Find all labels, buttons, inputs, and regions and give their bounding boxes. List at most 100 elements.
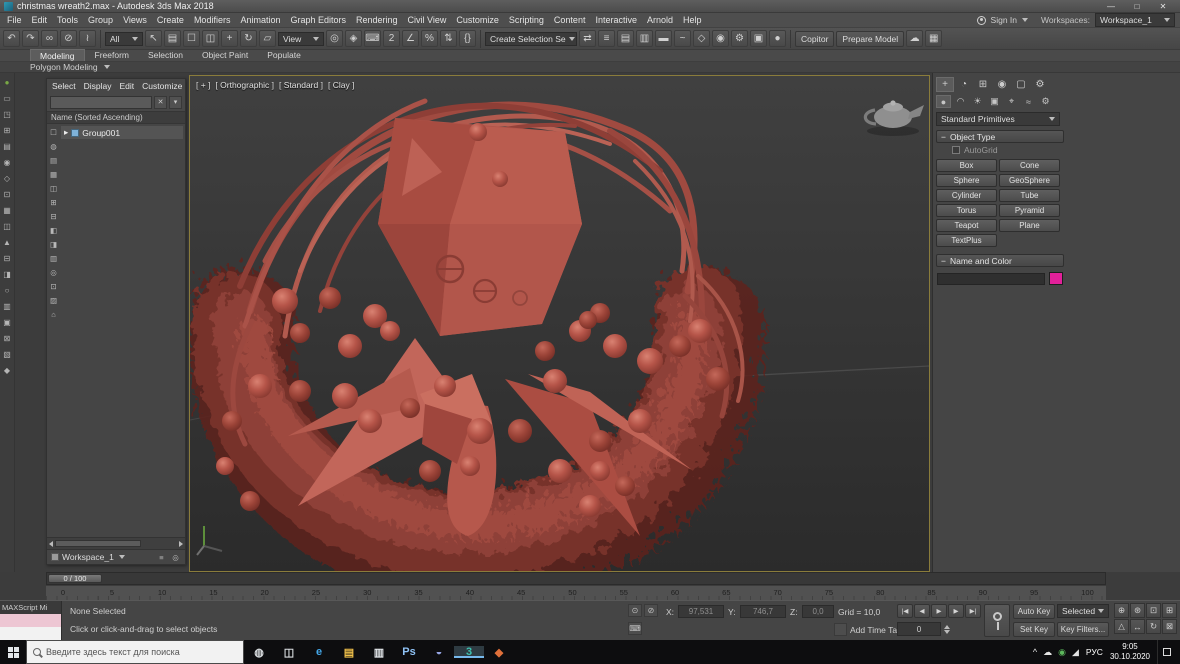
prepare-model-button[interactable]: Prepare Model — [836, 31, 904, 47]
ribbon-tab[interactable]: Object Paint — [193, 49, 257, 61]
unlink-selection-icon[interactable]: ⊘ — [60, 30, 77, 47]
modify-tab-icon[interactable]: ◔ — [955, 77, 973, 92]
viewport-pov-menu[interactable]: [ Orthographic ] — [215, 80, 274, 90]
edit-named-selection-sets-icon[interactable]: {} — [459, 30, 476, 47]
menu-item[interactable]: Interactive — [590, 13, 642, 28]
viewport-preset-menu[interactable]: [ Standard ] — [279, 80, 323, 90]
menu-item[interactable]: Civil View — [403, 13, 452, 28]
menu-item[interactable]: Group — [83, 13, 118, 28]
viewport-general-menu[interactable]: [ + ] — [196, 80, 210, 90]
edge-icon[interactable]: e — [304, 646, 334, 658]
dock-tool-icon[interactable]: ▣ — [1, 316, 13, 328]
maximize-viewport-icon[interactable]: ⊠ — [1162, 619, 1177, 634]
maximize-button[interactable]: □ — [1124, 0, 1150, 12]
space-warps-icon[interactable]: ≈ — [1021, 95, 1036, 108]
tray-chevron-icon[interactable]: ^ — [1033, 647, 1037, 657]
menu-item[interactable]: Display — [80, 79, 116, 93]
menu-item[interactable]: Graph Editors — [285, 13, 351, 28]
auto-key-button[interactable]: Auto Key — [1013, 604, 1055, 619]
menu-item[interactable]: Tools — [52, 13, 83, 28]
dock-tool-icon[interactable]: ▤ — [1, 140, 13, 152]
explorer-toggle-icon[interactable]: ◍ — [48, 141, 59, 152]
expand-arrow-icon[interactable]: ▸ — [64, 127, 68, 138]
previous-frame-icon[interactable]: ◀ — [914, 604, 930, 618]
copitor-button[interactable]: Copitor — [795, 31, 834, 47]
menu-item[interactable]: Select — [48, 79, 80, 93]
clear-search-icon[interactable]: ✕ — [154, 96, 167, 109]
file-explorer-icon[interactable]: ▤ — [334, 646, 364, 659]
discord-icon[interactable]: ◒ — [424, 646, 454, 658]
schematic-view-icon[interactable]: ◇ — [693, 30, 710, 47]
scene-explorer-toggle-icon[interactable]: ▤ — [617, 30, 634, 47]
menu-item[interactable]: Edit — [27, 13, 53, 28]
object-type-button[interactable]: GeoSphere — [999, 174, 1060, 187]
store-icon[interactable]: ▥ — [364, 646, 394, 659]
scroll-right-icon[interactable] — [179, 541, 183, 547]
autogrid-checkbox[interactable]: AutoGrid — [952, 145, 1064, 155]
menu-item[interactable]: Content — [549, 13, 591, 28]
sign-in-button[interactable]: Sign In — [991, 15, 1017, 25]
menu-item[interactable]: File — [2, 13, 27, 28]
motion-tab-icon[interactable]: ◉ — [993, 77, 1011, 92]
menu-item[interactable]: Animation — [235, 13, 285, 28]
render-production-icon[interactable]: ● — [769, 30, 786, 47]
y-coordinate-field[interactable]: 746,7 — [740, 605, 786, 618]
select-object-icon[interactable]: ↖ — [145, 30, 162, 47]
pan-icon[interactable]: ↔ — [1130, 619, 1145, 634]
current-frame-field[interactable]: 0 — [897, 622, 941, 636]
select-and-link-icon[interactable]: ∞ — [41, 30, 58, 47]
ribbon-tab[interactable]: Freeform — [86, 49, 138, 61]
shapes-icon[interactable]: ◠ — [953, 95, 968, 108]
explorer-toggle-icon[interactable]: ◨ — [48, 239, 59, 250]
time-slider[interactable]: 0 / 100 — [46, 572, 1106, 585]
pin-icon[interactable]: ◎ — [170, 552, 181, 563]
spinner-snap-icon[interactable]: ⇅ — [440, 30, 457, 47]
menu-item[interactable]: Arnold — [642, 13, 678, 28]
window-crossing-icon[interactable]: ◫ — [202, 30, 219, 47]
z-coordinate-field[interactable]: 0,0 — [802, 605, 834, 618]
autodesk-360-icon[interactable]: ▦ — [925, 30, 942, 47]
task-view-icon[interactable]: ◫ — [274, 646, 304, 659]
network-icon[interactable]: ◢ — [1072, 647, 1079, 658]
dock-tool-icon[interactable]: ◫ — [1, 220, 13, 232]
object-name-field[interactable] — [937, 273, 1045, 285]
selection-lock-icon[interactable]: ⊘ — [644, 604, 658, 617]
3ds-max-icon[interactable]: 3 — [454, 646, 484, 658]
maxscript-mini-listener[interactable]: MAXScript Mi — [0, 601, 62, 641]
ribbon-tab[interactable]: Selection — [139, 49, 192, 61]
explorer-toggle-icon[interactable]: ◧ — [48, 225, 59, 236]
add-time-tag[interactable]: Add Time Tag — [850, 625, 902, 635]
menu-item[interactable]: Create — [152, 13, 189, 28]
scroll-left-icon[interactable] — [49, 541, 53, 547]
dock-tool-icon[interactable]: ◆ — [1, 364, 13, 376]
explorer-column-header[interactable]: Name (Sorted Ascending) — [47, 111, 185, 124]
angle-snap-icon[interactable]: ∠ — [402, 30, 419, 47]
display-tab-icon[interactable]: ▢ — [1012, 77, 1030, 92]
taskbar-search[interactable]: Введите здесь текст для поиска — [26, 640, 244, 664]
mirror-icon[interactable]: ⇄ — [579, 30, 596, 47]
viewport[interactable]: [ + ] [ Orthographic ] [ Standard ] [ Cl… — [189, 75, 930, 572]
dock-tool-icon[interactable]: ▧ — [1, 348, 13, 360]
object-type-button[interactable]: Pyramid — [999, 204, 1060, 217]
menu-item[interactable]: Customize — [138, 79, 186, 93]
object-type-button[interactable]: Cylinder — [936, 189, 997, 202]
dock-tool-icon[interactable]: ⊞ — [1, 124, 13, 136]
scene-node-row[interactable]: ▸ Group001 — [61, 126, 183, 139]
menu-item[interactable]: Modifiers — [189, 13, 236, 28]
redo-icon[interactable]: ↷ — [22, 30, 39, 47]
isolate-selection-icon[interactable]: ⊙ — [628, 604, 642, 617]
keyboard-shortcut-icon[interactable]: ⌨ — [628, 622, 642, 635]
dock-tool-icon[interactable]: ⊡ — [1, 188, 13, 200]
select-and-manipulate-icon[interactable]: ◈ — [345, 30, 362, 47]
object-type-button[interactable]: Plane — [999, 219, 1060, 232]
primitive-category-dropdown[interactable]: Standard Primitives — [936, 112, 1060, 126]
undo-icon[interactable]: ↶ — [3, 30, 20, 47]
close-button[interactable]: ✕ — [1150, 0, 1176, 12]
curve-editor-icon[interactable]: ~ — [674, 30, 691, 47]
render-in-cloud-icon[interactable]: ☁ — [906, 30, 923, 47]
object-type-rollout[interactable]: − Object Type — [936, 130, 1064, 143]
viewport-shading-menu[interactable]: [ Clay ] — [328, 80, 354, 90]
dock-tool-icon[interactable]: ◨ — [1, 268, 13, 280]
object-type-button[interactable]: Tube — [999, 189, 1060, 202]
dock-tool-icon[interactable]: ◳ — [1, 108, 13, 120]
